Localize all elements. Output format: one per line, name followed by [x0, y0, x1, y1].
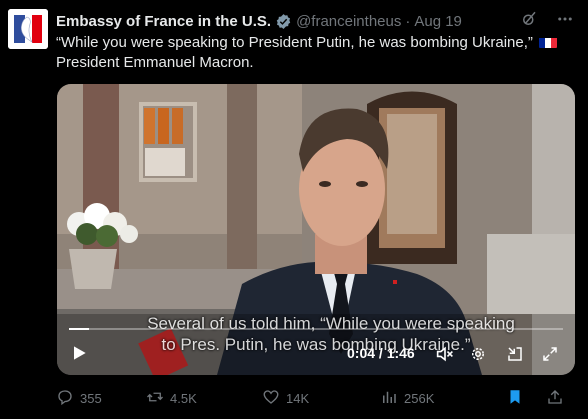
tweet-actions: 355 4.5K 14K 256K — [56, 388, 574, 408]
minimize-icon[interactable] — [506, 345, 524, 368]
play-icon[interactable] — [69, 343, 89, 368]
account-handle[interactable]: @franceintheus — [296, 13, 401, 30]
video-progress-track[interactable] — [69, 328, 563, 330]
tweet-date[interactable]: Aug 19 — [414, 13, 462, 30]
account-name[interactable]: Embassy of France in the U.S. — [56, 13, 271, 30]
like-icon — [262, 388, 280, 409]
embassy-logo-avatar[interactable] — [8, 9, 48, 49]
video-player[interactable]: Several of us told him, “While you were … — [57, 84, 575, 375]
share-button[interactable] — [546, 388, 564, 409]
reply-button[interactable]: 355 — [56, 388, 146, 409]
separator-dot: · — [405, 12, 411, 30]
video-time: 0:04 / 1:46 — [347, 345, 415, 361]
grok-icon[interactable] — [520, 10, 538, 32]
share-icon — [546, 388, 564, 409]
bookmark-icon — [506, 388, 524, 409]
fullscreen-icon[interactable] — [541, 345, 559, 368]
video-progress-fill — [69, 328, 89, 330]
repost-icon — [146, 388, 164, 409]
bookmark-button[interactable] — [506, 388, 546, 409]
views-count: 256K — [404, 390, 435, 406]
reply-count: 355 — [80, 390, 102, 406]
repost-button[interactable]: 4.5K — [146, 388, 262, 409]
like-count: 14K — [286, 390, 310, 406]
settings-icon[interactable] — [469, 345, 487, 368]
tweet-text-line2: President Emmanuel Macron. — [56, 54, 254, 71]
reply-icon — [56, 388, 74, 409]
tweet-text: “While you were speaking to President Pu… — [56, 33, 576, 73]
gold-check-icon[interactable] — [275, 13, 292, 30]
views-button[interactable]: 256K — [380, 388, 506, 409]
france-flag-icon — [539, 36, 558, 48]
tweet-header: Embassy of France in the U.S. @franceint… — [56, 11, 574, 31]
repost-count: 4.5K — [170, 390, 197, 406]
mute-icon[interactable] — [435, 345, 455, 368]
tweet-text-line1: “While you were speaking to President Pu… — [56, 34, 533, 51]
more-icon[interactable] — [556, 10, 574, 32]
like-button[interactable]: 14K — [262, 388, 380, 409]
video-controls: 0:04 / 1:46 — [57, 315, 575, 375]
header-actions — [520, 10, 574, 32]
views-icon — [380, 388, 398, 409]
